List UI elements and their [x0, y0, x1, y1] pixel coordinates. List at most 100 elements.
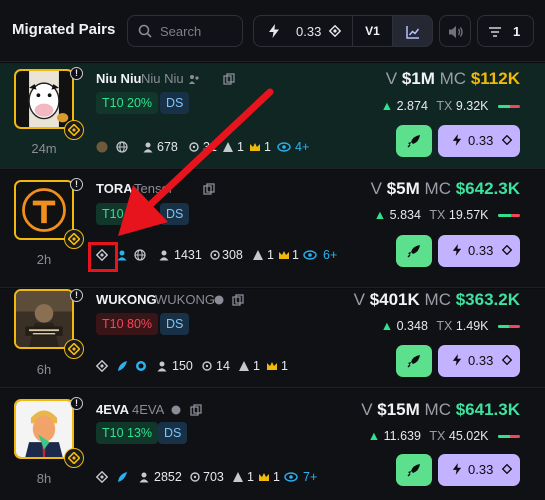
dexscreener-badge[interactable]: DS — [160, 203, 190, 225]
version-toggle-v1[interactable]: V1 — [353, 15, 393, 47]
bundlers-count: 1 — [273, 470, 280, 484]
quick-buy-button[interactable]: 0.33 — [438, 345, 520, 377]
lightning-icon — [452, 244, 462, 256]
crown-icon — [267, 362, 277, 370]
watchers-more: 4+ — [295, 140, 310, 154]
filter-button[interactable]: 1 — [477, 15, 534, 47]
volume-mc: V $15M MC $641.3K — [361, 400, 520, 420]
top10-holders-badge: T10 80% — [96, 313, 159, 335]
feather-icon[interactable] — [116, 360, 128, 372]
bnb-icon — [502, 355, 512, 365]
quick-buy-amount: 0.33 — [468, 243, 494, 258]
quick-buy-amount: 0.33 — [468, 353, 494, 368]
copy-icon[interactable] — [190, 404, 202, 416]
market-cap-value: $112K — [470, 69, 520, 88]
dexscreener-badge[interactable]: DS — [160, 92, 190, 114]
chart-view-button[interactable] — [393, 15, 433, 47]
tx-row: ▲ 0.348 TX 1.49K — [381, 319, 520, 335]
search-input[interactable] — [160, 22, 238, 40]
bnb-chain-badge — [64, 120, 84, 140]
quick-buy-button[interactable]: 0.33 — [438, 454, 520, 486]
launch-button[interactable] — [396, 125, 432, 157]
warning-icon[interactable]: ! — [70, 397, 83, 410]
launch-button[interactable] — [396, 345, 432, 377]
tx-count: 9.32K — [455, 99, 489, 113]
warning-icon[interactable]: ! — [70, 289, 83, 302]
buy-sell-ratio-bar — [498, 105, 520, 109]
bnb-icon[interactable] — [96, 471, 108, 483]
token-stats-row: 150 14 1 1 — [96, 359, 316, 375]
rocket-icon — [407, 135, 420, 148]
rocket-icon — [407, 355, 420, 368]
globe-icon[interactable] — [135, 360, 147, 372]
buy-sell-ratio-bar — [498, 435, 520, 439]
bundlers-count: 1 — [264, 140, 271, 154]
insiders-icon — [239, 361, 249, 371]
search-icon[interactable] — [170, 404, 182, 416]
pair-card[interactable]: ! 24m Niu Niu Niu Niu T10 20% DS 678 31 … — [0, 63, 545, 169]
market-cap-value: $642.3K — [455, 179, 520, 198]
token-symbol: TORA — [96, 181, 133, 196]
quick-buy-button[interactable]: 0.33 — [438, 125, 520, 157]
tx-label: TX — [429, 429, 446, 443]
insiders-count: 1 — [253, 359, 260, 373]
quick-buy-amount: 0.33 — [468, 133, 494, 148]
sound-button[interactable] — [439, 15, 471, 47]
dexscreener-badge[interactable]: DS — [160, 313, 190, 335]
lightning-icon — [269, 24, 279, 38]
crown-icon — [279, 251, 289, 259]
market-cap-label: MC — [424, 290, 451, 309]
quick-buy-button[interactable]: 0.33 — [438, 235, 520, 267]
dev-avatar-icon[interactable] — [96, 141, 108, 153]
bnb-icon — [502, 135, 512, 145]
copy-icon[interactable] — [203, 183, 215, 195]
pair-card[interactable]: ! 8h 4EVA 4EVA T10 13% DS 2852 703 1 1 7… — [0, 389, 545, 500]
snipers-count: 31 — [203, 140, 217, 154]
copy-icon[interactable] — [232, 294, 244, 306]
search-box[interactable] — [127, 15, 243, 47]
volume-mc: V $401K MC $363.2K — [354, 290, 520, 310]
tx-count: 1.49K — [455, 319, 489, 333]
globe-icon[interactable] — [134, 249, 146, 261]
volume-label: V — [353, 290, 365, 309]
feather-icon[interactable] — [116, 471, 128, 483]
warning-icon[interactable]: ! — [70, 67, 83, 80]
chart-icon — [406, 26, 420, 39]
holders-icon — [139, 472, 149, 483]
bnb-icon[interactable] — [96, 360, 108, 372]
token-avatar[interactable] — [14, 180, 74, 240]
globe-icon[interactable] — [116, 141, 128, 153]
lightning-icon — [452, 463, 462, 475]
copy-icon[interactable] — [223, 73, 235, 85]
tx-count: 19.57K — [448, 208, 489, 222]
tx-row: ▲ 5.834 TX 19.57K — [374, 208, 520, 224]
market-cap-label: MC — [424, 400, 451, 419]
quickbuy-amount[interactable]: 0.33 — [253, 15, 353, 47]
token-avatar[interactable] — [14, 289, 74, 349]
launch-button[interactable] — [396, 235, 432, 267]
crown-icon — [250, 143, 260, 151]
token-avatar[interactable] — [14, 69, 74, 129]
warning-icon[interactable]: ! — [70, 178, 83, 191]
insiders-icon — [253, 250, 263, 260]
search-icon[interactable] — [213, 294, 225, 306]
launch-button[interactable] — [396, 454, 432, 486]
bundlers-count: 1 — [292, 248, 299, 262]
token-symbol: WUKONG — [96, 292, 157, 307]
bnb-icon — [329, 25, 341, 37]
token-avatar[interactable] — [14, 399, 74, 459]
community-icon[interactable] — [188, 73, 200, 85]
volume-value: $5M — [386, 179, 420, 198]
tx-count: 45.02K — [448, 429, 489, 443]
pair-card[interactable]: ! 6h WUKONG WUKONG T10 80% DS 150 14 1 1… — [0, 289, 545, 388]
volume-label: V — [385, 69, 398, 88]
pair-card[interactable]: ! 2h TORA Tensor T10 20 DS 1431 308 1 1 … — [0, 170, 545, 288]
token-stats-row: 1431 308 1 1 6+ — [96, 248, 356, 264]
token-name: 4EVA — [132, 402, 165, 417]
snipers-count: 14 — [216, 359, 230, 373]
market-cap-label: MC — [424, 179, 451, 198]
dexscreener-badge[interactable]: DS — [158, 422, 188, 444]
holder-volume-value: 5.834 — [389, 208, 421, 222]
top10-holders-badge: T10 20% — [96, 92, 159, 114]
top10-holders-badge: T10 13% — [96, 422, 159, 444]
